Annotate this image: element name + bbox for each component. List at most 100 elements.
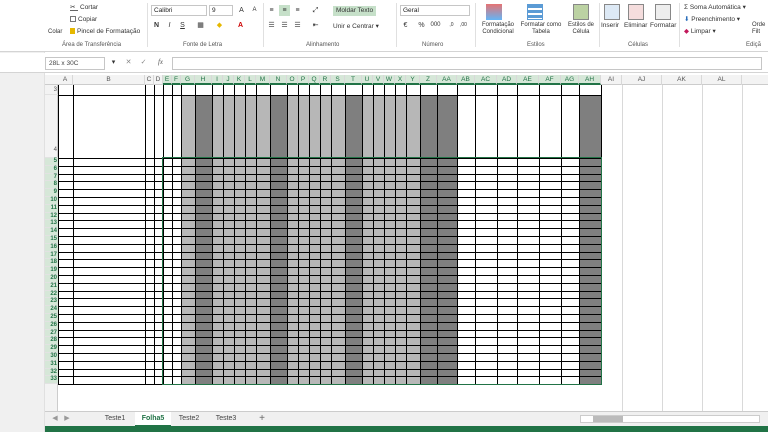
column-header[interactable]: A xyxy=(58,75,73,85)
row-header[interactable]: 19 xyxy=(45,267,58,275)
tab-scroll-left-icon[interactable]: ◀ xyxy=(49,412,61,427)
indent-icon[interactable]: ⇤ xyxy=(310,20,321,31)
column-header[interactable]: AI xyxy=(601,75,622,85)
column-header[interactable]: E xyxy=(163,75,172,85)
row-header[interactable]: 28 xyxy=(45,337,58,346)
row-header[interactable]: 10 xyxy=(45,197,58,205)
column-header[interactable]: P xyxy=(298,75,309,85)
row-header[interactable]: 33 xyxy=(45,376,58,385)
align-right-icon[interactable]: ☰ xyxy=(292,20,303,31)
column-header[interactable]: C xyxy=(145,75,154,85)
column-header[interactable]: R xyxy=(320,75,331,85)
column-header[interactable]: K xyxy=(234,75,245,85)
align-bottom-icon[interactable]: ≡ xyxy=(292,5,303,16)
column-header[interactable]: J xyxy=(223,75,234,85)
column-header[interactable]: Z xyxy=(420,75,437,85)
sheet-tab-teste3[interactable]: Teste3 xyxy=(207,412,245,427)
column-header[interactable]: U xyxy=(362,75,373,85)
font-name-select[interactable]: Calibri xyxy=(151,5,207,16)
clear-button[interactable]: ◆ Limpar ▾ xyxy=(684,28,716,36)
insert-button[interactable]: Inserir xyxy=(601,22,619,30)
column-header[interactable]: O xyxy=(287,75,298,85)
column-header[interactable]: G xyxy=(181,75,195,85)
align-left-icon[interactable]: ☰ xyxy=(266,20,277,31)
italic-button[interactable]: I xyxy=(164,20,175,31)
namebox-dropdown-icon[interactable]: ▾ xyxy=(108,57,119,68)
cell-area[interactable] xyxy=(58,85,768,411)
column-header[interactable]: AE xyxy=(517,75,539,85)
column-header[interactable]: AJ xyxy=(622,75,662,85)
number-format-select[interactable]: Geral xyxy=(400,5,470,16)
enter-icon[interactable]: ✓ xyxy=(138,57,149,68)
wrap-text-button[interactable]: Moldar Texto xyxy=(333,6,377,16)
percent-icon[interactable]: % xyxy=(416,20,427,31)
row-header[interactable]: 32 xyxy=(45,368,58,377)
column-header[interactable]: L xyxy=(245,75,256,85)
shrink-font-button[interactable]: A xyxy=(249,5,260,16)
tab-scroll-right-icon[interactable]: ▶ xyxy=(61,412,73,427)
column-header[interactable]: D xyxy=(154,75,163,85)
orientation-icon[interactable]: ⤢ xyxy=(310,5,321,16)
align-middle-icon[interactable]: ≡ xyxy=(279,5,290,16)
row-header[interactable]: 14 xyxy=(45,228,58,236)
grow-font-button[interactable]: A xyxy=(236,5,247,16)
column-header[interactable]: AA xyxy=(437,75,457,85)
column-header[interactable]: H xyxy=(195,75,212,85)
row-header[interactable]: 15 xyxy=(45,236,58,244)
formula-input[interactable] xyxy=(172,57,762,70)
row-header[interactable]: 16 xyxy=(45,243,58,252)
currency-icon[interactable]: € xyxy=(400,20,411,31)
row-header[interactable]: 27 xyxy=(45,329,58,338)
row-header[interactable]: 23 xyxy=(45,298,58,307)
column-header[interactable]: AL xyxy=(702,75,742,85)
font-size-select[interactable]: 9 xyxy=(209,5,233,16)
column-header[interactable]: M xyxy=(256,75,270,85)
row-header[interactable]: 21 xyxy=(45,282,58,291)
increase-decimal-icon[interactable]: ,0 xyxy=(446,20,457,31)
add-sheet-icon[interactable]: + xyxy=(255,412,269,427)
row-header[interactable]: 11 xyxy=(45,204,58,213)
row-header[interactable]: 13 xyxy=(45,220,58,229)
conditional-format-button[interactable]: Formatação Condicional xyxy=(478,22,518,36)
cut-button[interactable]: ✂ Cortar xyxy=(70,4,98,12)
row-header[interactable]: 26 xyxy=(45,321,58,330)
sheet-tab-folha5[interactable]: Folha5 xyxy=(135,412,171,427)
sheet-tab-teste1[interactable]: Teste1 xyxy=(97,412,133,427)
row-header[interactable]: 5 xyxy=(45,158,58,166)
column-header[interactable]: AB xyxy=(457,75,475,85)
align-center-icon[interactable]: ☰ xyxy=(279,20,290,31)
row-header[interactable]: 22 xyxy=(45,290,58,299)
row-header[interactable]: 20 xyxy=(45,275,58,283)
autosum-button[interactable]: Σ Soma Automática ▾ xyxy=(684,4,746,12)
align-top-icon[interactable]: ≡ xyxy=(266,5,277,16)
format-button[interactable]: Formatar xyxy=(650,22,676,30)
column-header[interactable]: AD xyxy=(497,75,517,85)
row-header[interactable]: 9 xyxy=(45,189,58,197)
column-header[interactable]: AC xyxy=(475,75,497,85)
cell-styles-button[interactable]: Estilos de Célula xyxy=(564,22,598,36)
row-header[interactable]: 6 xyxy=(45,165,58,174)
fill-button[interactable]: ⬇ Preenchimento ▾ xyxy=(684,16,740,24)
scrollbar-thumb[interactable] xyxy=(593,416,623,422)
column-header[interactable]: Y xyxy=(406,75,420,85)
row-header[interactable]: 7 xyxy=(45,173,58,182)
paste-button[interactable]: Colar xyxy=(48,28,62,36)
column-header[interactable]: W xyxy=(384,75,395,85)
name-box[interactable]: 28L x 30C xyxy=(45,57,105,70)
row-header[interactable]: 18 xyxy=(45,259,58,268)
decrease-decimal-icon[interactable]: ,00 xyxy=(458,20,469,31)
format-painter-button[interactable]: Pincel de Formatação xyxy=(70,28,140,36)
column-header[interactable]: X xyxy=(395,75,406,85)
underline-button[interactable]: S xyxy=(177,20,188,31)
column-header[interactable]: S xyxy=(331,75,345,85)
row-header[interactable]: 24 xyxy=(45,306,58,314)
column-header[interactable]: AH xyxy=(579,75,601,85)
column-header[interactable]: AG xyxy=(561,75,579,85)
borders-icon[interactable]: ▦ xyxy=(195,20,206,31)
column-header[interactable]: F xyxy=(172,75,181,85)
fill-color-icon[interactable]: ◆ xyxy=(214,20,225,31)
row-header[interactable]: 31 xyxy=(45,360,58,369)
row-header[interactable]: 30 xyxy=(45,353,58,361)
row-header[interactable]: 3 xyxy=(45,85,58,95)
copy-button[interactable]: Copiar xyxy=(70,16,97,24)
